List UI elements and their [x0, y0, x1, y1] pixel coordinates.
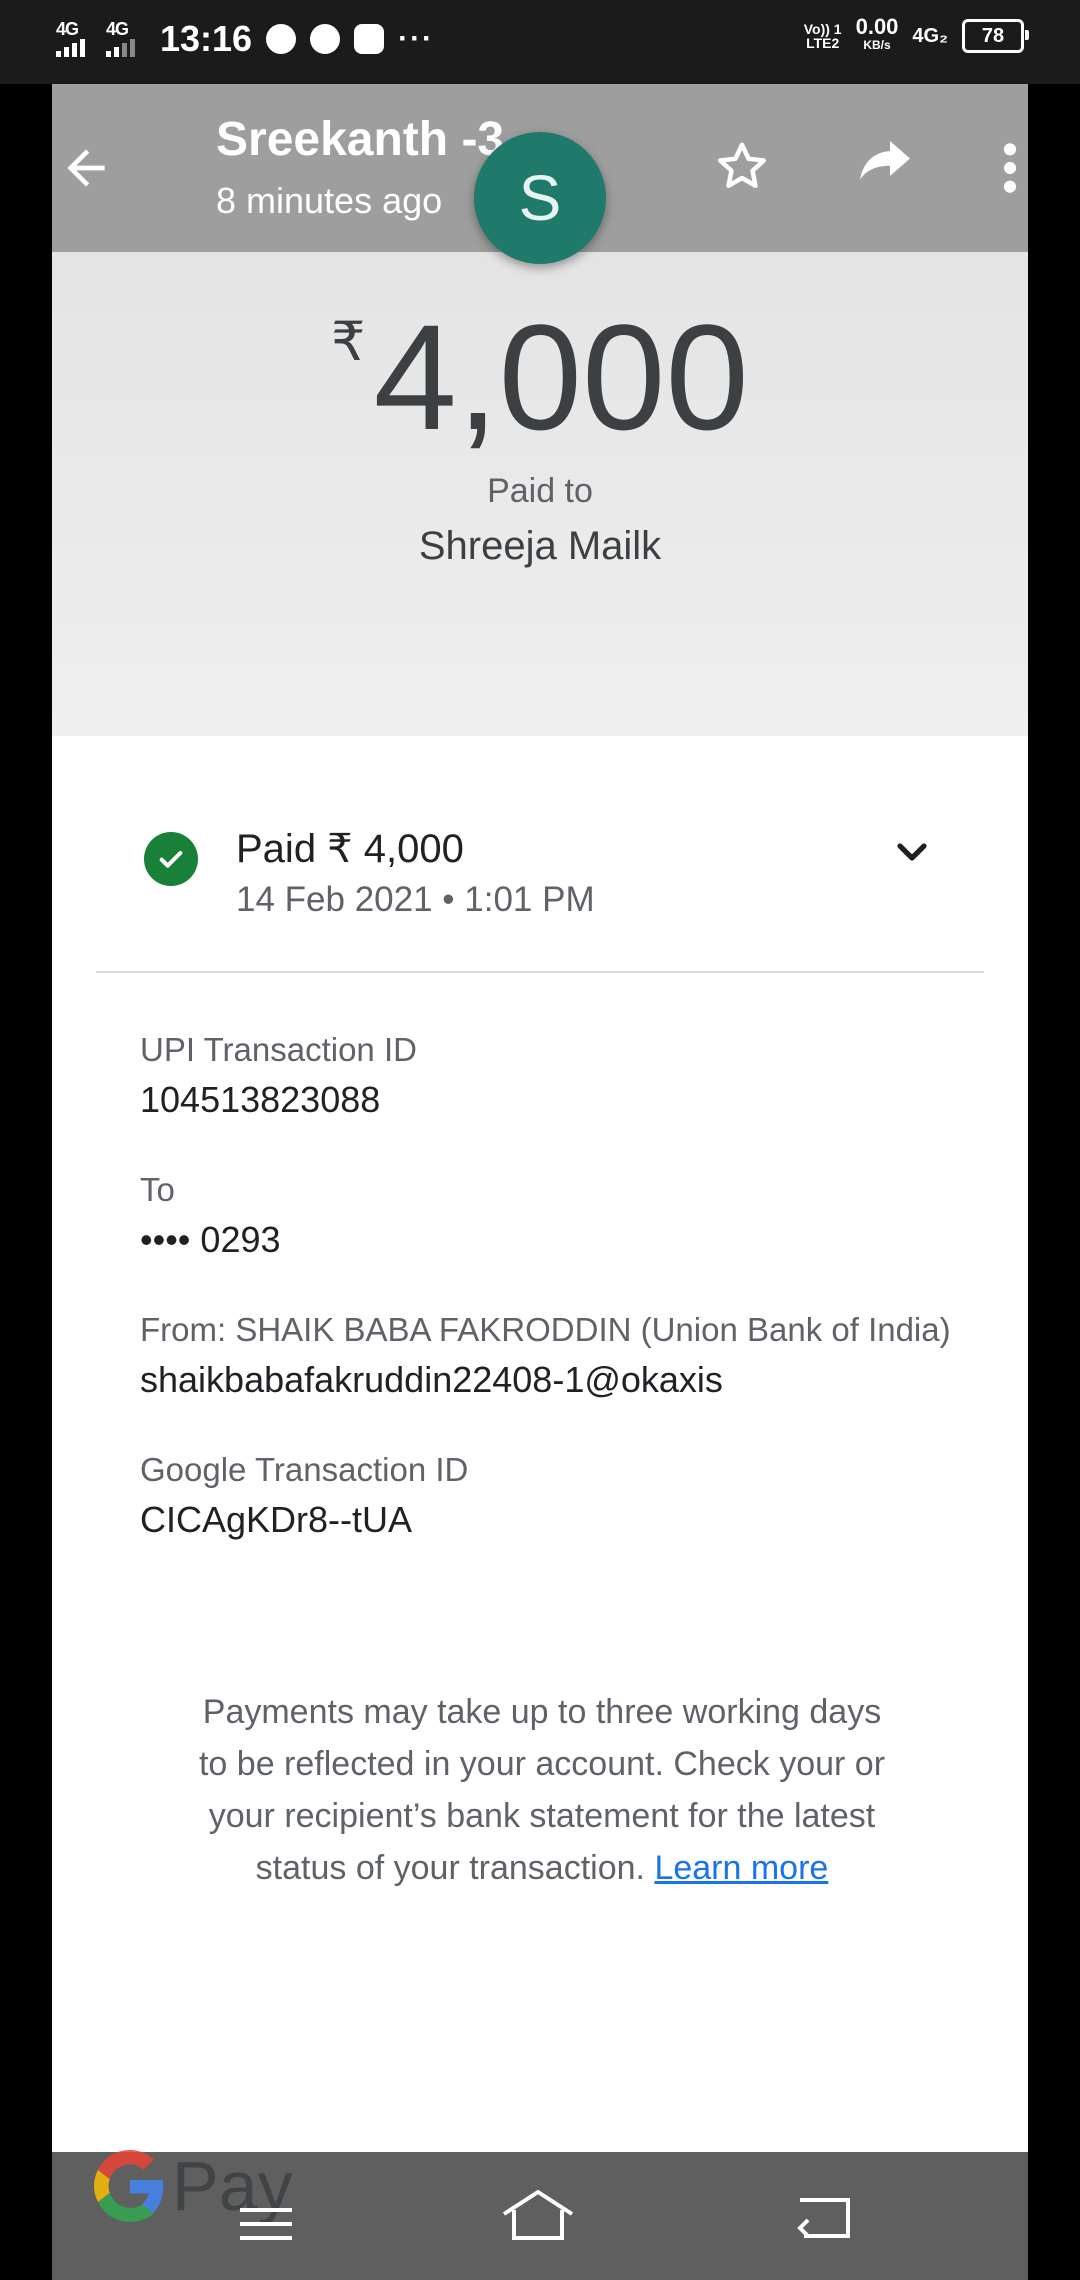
- transaction-details-screen: Sreekanth -3 8 minutes ago S ₹4,000 Paid…: [52, 84, 1028, 2152]
- system-nav-bar: Pay: [52, 2147, 1028, 2280]
- menu-icon[interactable]: [238, 2204, 294, 2244]
- to-value: •••• 0293: [140, 1219, 281, 1260]
- amount-value: 4,000: [373, 293, 749, 461]
- from-label: From: SHAIK BABA FAKRODDIN (Union Bank o…: [140, 1311, 951, 1348]
- share-icon[interactable]: [852, 136, 918, 196]
- phone-screen: 4G 4G 13:16 ··· Vo)) 1 LTE2 0.00 KB/s 4G…: [0, 0, 1080, 2280]
- home-icon[interactable]: [500, 2186, 576, 2246]
- volte-top: Vo)) 1: [803, 21, 842, 37]
- google-g-icon: [94, 2150, 164, 2222]
- currency-symbol: ₹: [331, 312, 366, 372]
- network-speed: 0.00 KB/s: [855, 14, 899, 54]
- learn-more-link[interactable]: Learn more: [654, 1849, 828, 1887]
- avatar-letter: S: [518, 162, 562, 234]
- from-value[interactable]: shaikbabafakruddin22408-1@okaxis: [140, 1356, 960, 1404]
- payee-name: Shreeja Mailk: [418, 524, 662, 568]
- processing-note: Payments may take up to three working da…: [192, 1686, 892, 1894]
- sim2-signal-icon: 4G: [106, 19, 142, 59]
- star-icon[interactable]: [712, 136, 772, 196]
- battery-level: 78: [981, 24, 1005, 47]
- network-type: 4G₂: [912, 24, 948, 47]
- to-label: To: [140, 1171, 175, 1208]
- facebook-icon: [354, 24, 385, 54]
- volte-indicator: Vo)) 1 LTE2: [804, 22, 842, 50]
- volte-bottom: LTE2: [806, 35, 840, 51]
- google-label: Google Transaction ID: [140, 1451, 469, 1488]
- page-subtitle: 8 minutes ago: [216, 180, 443, 221]
- google-value[interactable]: CICAgKDr8--tUA: [140, 1496, 960, 1544]
- amount-display: ₹4,000: [52, 292, 1028, 462]
- speed-value: 0.00: [855, 14, 899, 39]
- google-transaction-id: Google Transaction ID CICAgKDr8--tUA: [140, 1444, 960, 1544]
- check-icon: [144, 832, 198, 886]
- transaction-details: UPI Transaction ID 104513823088 To •••• …: [140, 1024, 960, 1584]
- status-right: Vo)) 1 LTE2 0.00 KB/s 4G₂ 78: [804, 14, 1029, 54]
- app-bar: Sreekanth -3 8 minutes ago S: [52, 84, 1028, 264]
- status-bar: 4G 4G 13:16 ··· Vo)) 1 LTE2 0.00 KB/s 4G…: [0, 0, 1080, 84]
- upi-transaction-id: UPI Transaction ID 104513823088: [140, 1024, 960, 1124]
- chevron-down-icon[interactable]: [888, 828, 936, 876]
- upi-value[interactable]: 104513823088: [140, 1076, 960, 1124]
- divider: [96, 971, 984, 973]
- sim2-label: 4G: [106, 19, 129, 39]
- sim1-label: 4G: [56, 19, 79, 39]
- upi-label: UPI Transaction ID: [140, 1031, 417, 1068]
- status-datetime: 14 Feb 2021 • 1:01 PM: [236, 880, 595, 919]
- recipient-account: To •••• 0293: [140, 1164, 960, 1264]
- sim1-signal-icon: 4G: [56, 19, 92, 59]
- more-notifications-icon: ···: [398, 22, 435, 55]
- payment-status-row[interactable]: Paid ₹ 4,000 14 Feb 2021 • 1:01 PM: [52, 736, 1028, 956]
- back-arrow-icon[interactable]: [58, 140, 114, 196]
- avatar: S: [474, 132, 606, 264]
- amount-section: ₹4,000 Paid to Shreeja Mailk: [52, 252, 1028, 736]
- paid-to-label: Paid to: [487, 472, 593, 510]
- clock: 13:16: [160, 18, 253, 59]
- back-nav-icon[interactable]: [794, 2192, 854, 2242]
- whatsapp-icon: [266, 24, 297, 54]
- more-options-icon[interactable]: [1000, 140, 1020, 196]
- battery-icon: 78: [962, 19, 1029, 53]
- page-title: Sreekanth -3: [216, 113, 505, 166]
- status-label: Paid ₹ 4,000: [236, 827, 464, 871]
- notification-app-icon: [310, 24, 341, 54]
- status-left: 4G 4G 13:16 ···: [56, 18, 434, 60]
- sender-account: From: SHAIK BABA FAKRODDIN (Union Bank o…: [140, 1304, 960, 1404]
